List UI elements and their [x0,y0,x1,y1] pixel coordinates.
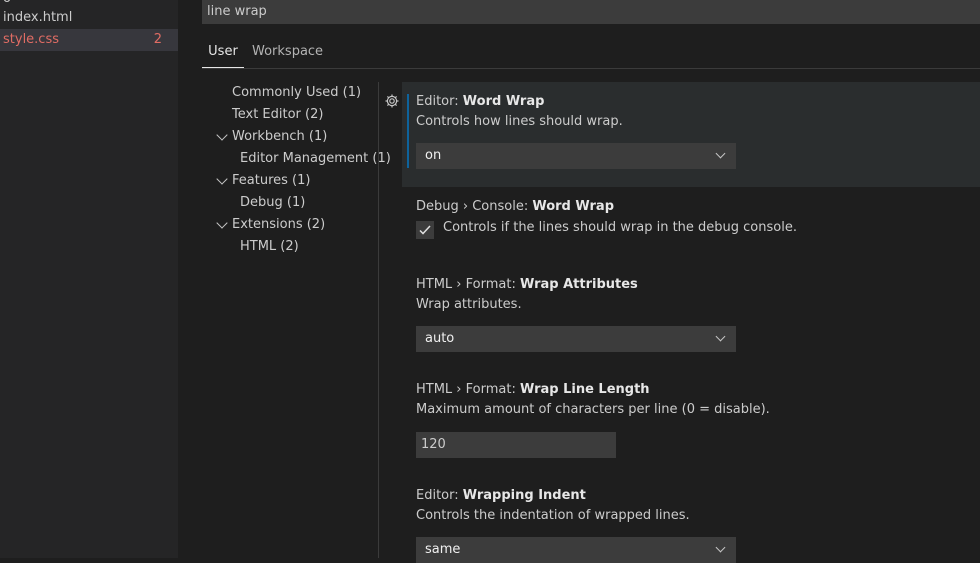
setting-editor-wrapping-indent: Editor: Wrapping Indent Controls the ind… [416,488,690,523]
setting-category: Editor: [416,488,463,503]
setting-name: Wrap Attributes [519,277,638,292]
focus-indicator [407,94,409,168]
debug-console-word-wrap-checkbox[interactable] [416,221,434,239]
setting-category: HTML › Format: [416,382,520,397]
setting-category: HTML › Format: [416,277,520,292]
setting-description: Controls if the lines should wrap in the… [443,220,797,235]
toc-item-features[interactable]: Features (1) [232,170,310,192]
settings-editor: line wrap User Workspace Commonly Used (… [178,0,980,563]
file-name: style.css [3,32,59,47]
chevron-down-icon[interactable] [216,129,228,141]
select-value: auto [425,331,455,346]
setting-name: Wrapping Indent [462,488,586,503]
setting-title: HTML › Format: Wrap Attributes [416,277,638,292]
wrap-attributes-select[interactable]: auto [416,326,736,352]
setting-name: Word Wrap [532,199,614,214]
wrap-line-length-input[interactable]: 120 [416,432,616,458]
setting-debug-console-word-wrap: Debug › Console: Word Wrap [416,199,614,214]
gear-icon[interactable] [384,93,400,109]
wrapping-indent-select[interactable]: same [416,537,736,563]
setting-category: Editor: [416,94,463,109]
settings-scope-tabs: User Workspace [202,38,980,69]
tab-workspace[interactable]: Workspace [252,38,323,67]
setting-html-wrap-line-length: HTML › Format: Wrap Line Length Maximum … [416,382,770,417]
toc-item-editor-management[interactable]: Editor Management (1) [240,148,391,170]
explorer-item-index-html[interactable]: index.html [0,7,178,29]
setting-category: Debug › Console: [416,199,533,214]
select-value: same [425,542,461,557]
setting-description: Wrap attributes. [416,297,522,312]
select-value: on [425,148,442,163]
explorer-item-style-css[interactable]: style.css 2 [0,29,178,51]
check-icon [419,225,431,235]
explorer-sidebar: o index.html style.css 2 [0,0,178,558]
chevron-down-icon [715,542,726,553]
toc-item-workbench[interactable]: Workbench (1) [232,126,327,148]
toc-divider [378,82,379,558]
setting-description: Controls the indentation of wrapped line… [416,508,690,523]
toc-item-extensions[interactable]: Extensions (2) [232,214,325,236]
toc-item-text-editor[interactable]: Text Editor (2) [232,104,323,126]
toc-item-html[interactable]: HTML (2) [240,236,299,258]
toc-item-commonly-used[interactable]: Commonly Used (1) [232,82,361,104]
setting-description: Maximum amount of characters per line (0… [416,402,770,417]
problems-badge: 2 [153,32,162,47]
setting-name: Wrap Line Length [519,382,650,397]
setting-html-wrap-attributes: HTML › Format: Wrap Attributes Wrap attr… [416,277,638,312]
tab-user[interactable]: User [202,38,244,68]
chevron-down-icon[interactable] [216,173,228,185]
setting-title: Editor: Word Wrap [416,94,623,109]
setting-title: Debug › Console: Word Wrap [416,199,614,214]
chevron-down-icon [715,148,726,159]
word-wrap-select[interactable]: on [416,143,736,169]
chevron-down-icon[interactable] [216,217,228,229]
setting-description: Controls how lines should wrap. [416,114,623,129]
setting-title: HTML › Format: Wrap Line Length [416,382,770,397]
setting-name: Word Wrap [462,94,545,109]
setting-editor-word-wrap: Editor: Word Wrap Controls how lines sho… [416,94,623,129]
toc-item-debug[interactable]: Debug (1) [240,192,305,214]
setting-title: Editor: Wrapping Indent [416,488,690,503]
chevron-down-icon [715,331,726,342]
settings-search-input[interactable]: line wrap [202,0,980,24]
